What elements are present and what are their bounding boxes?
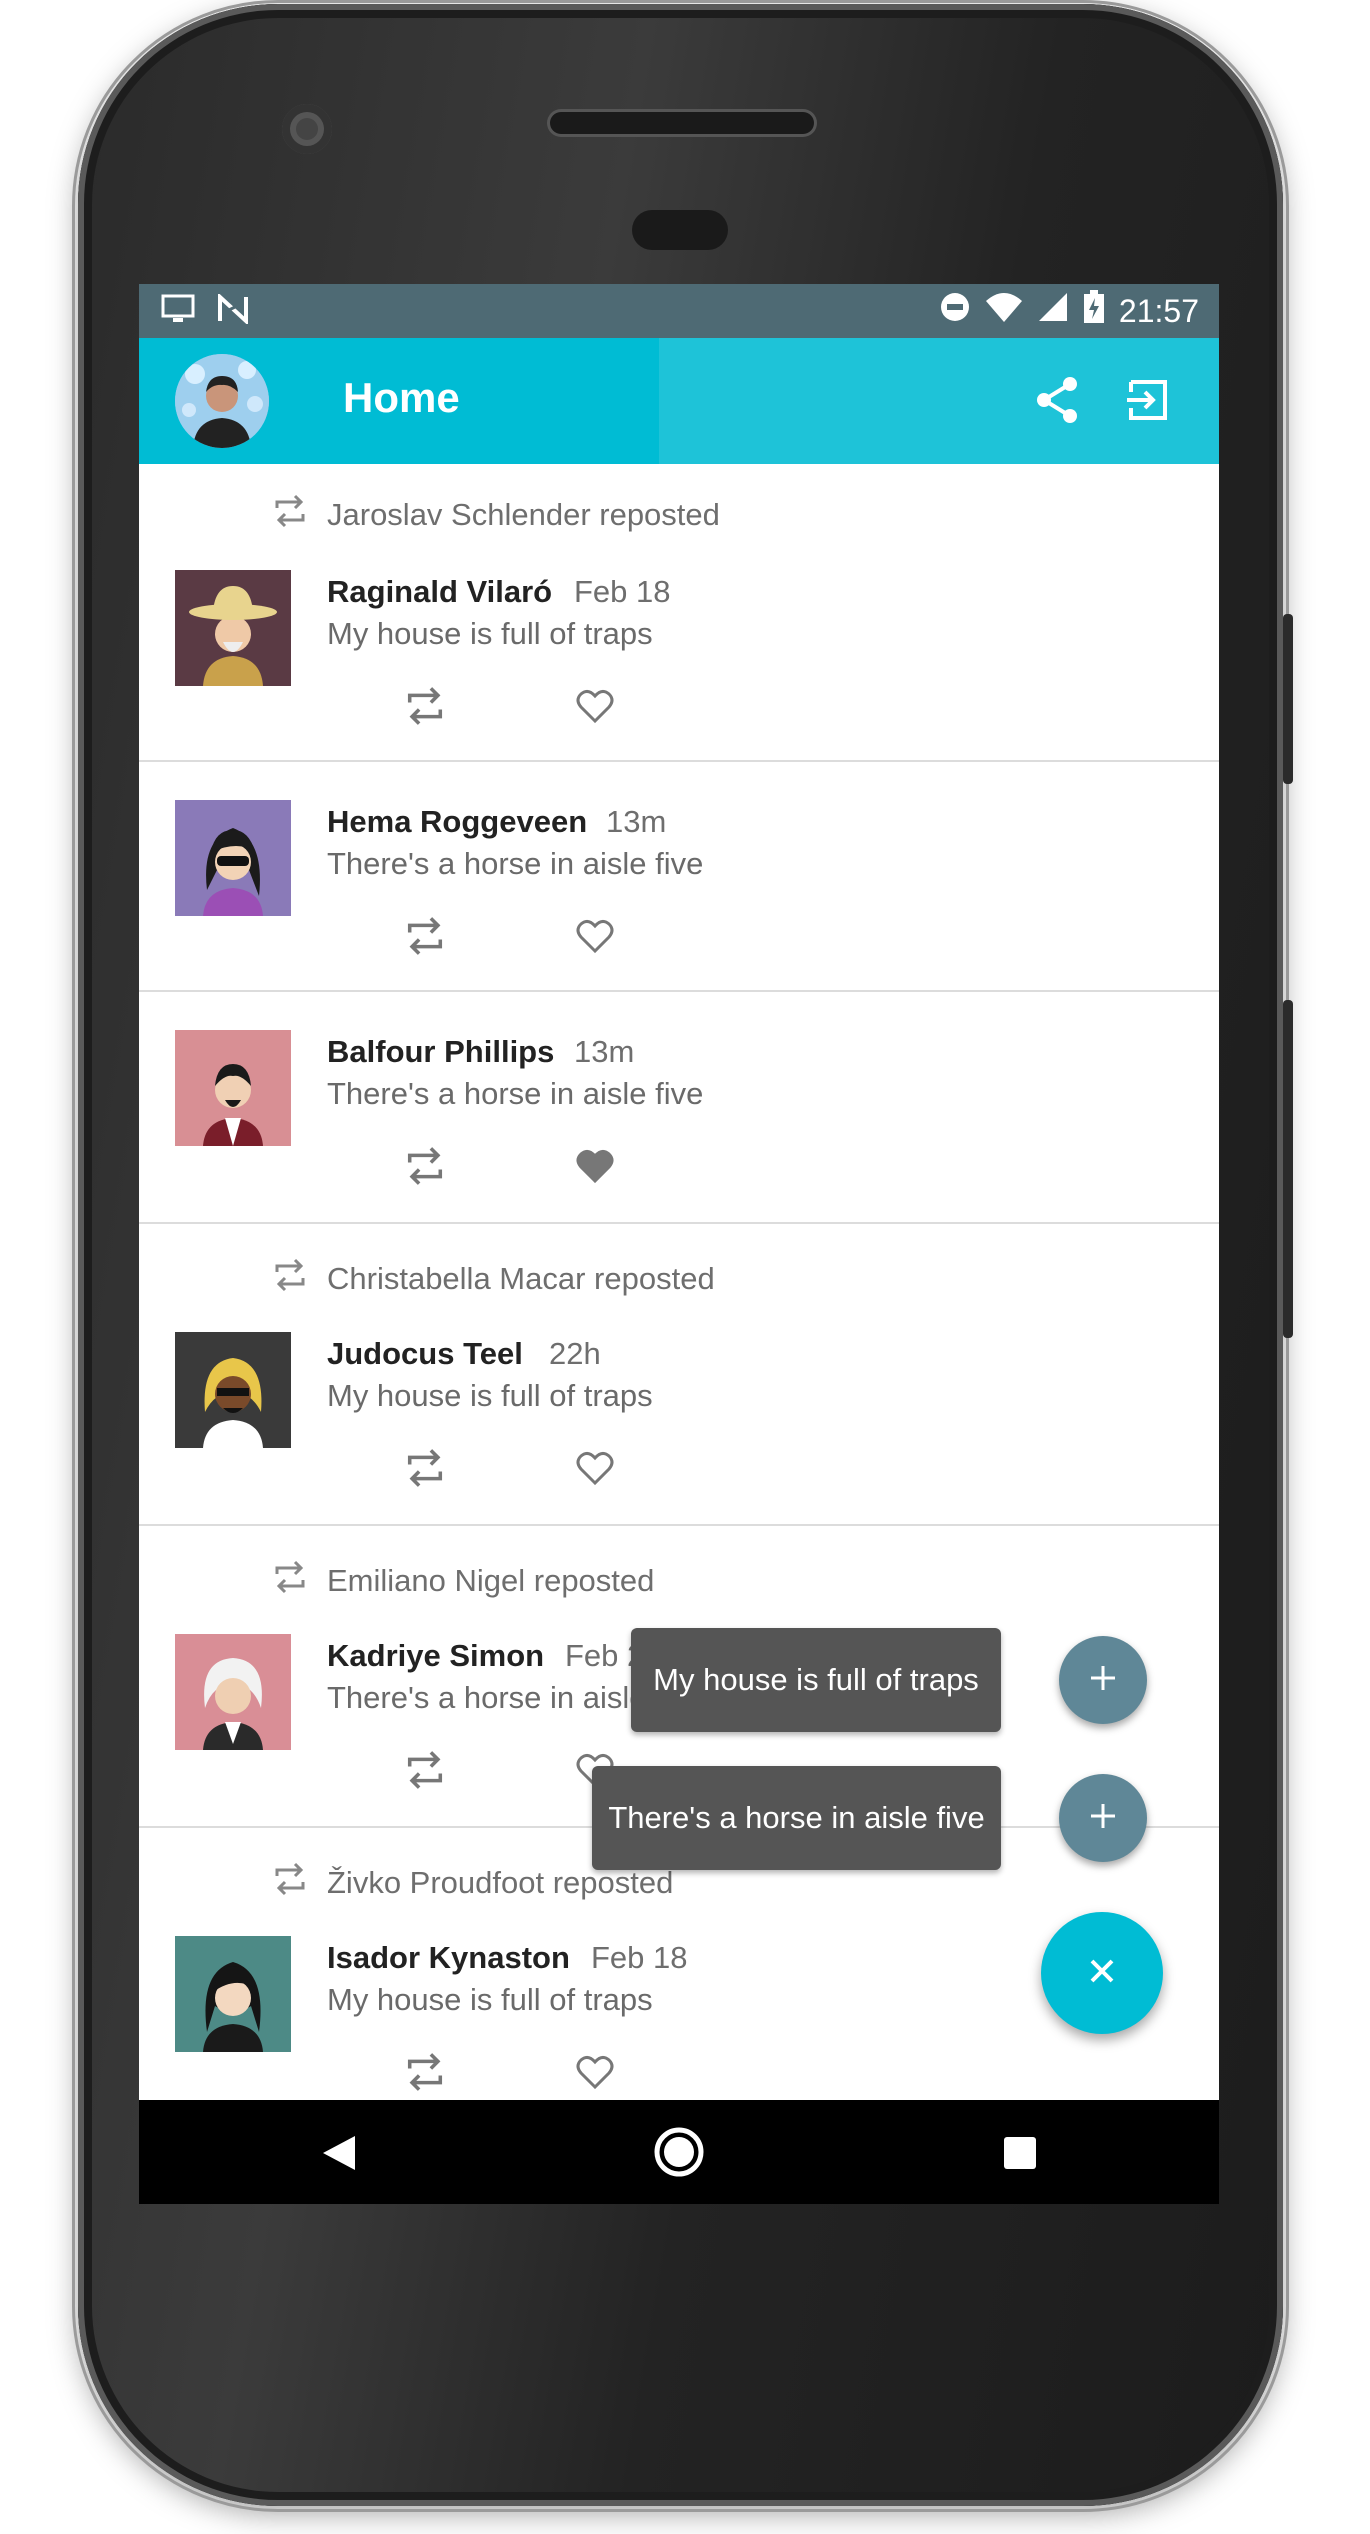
repost-icon xyxy=(273,1862,307,1904)
page-title: Home xyxy=(343,374,460,421)
repost-icon xyxy=(273,494,307,536)
like-icon[interactable] xyxy=(575,916,615,956)
profile-avatar[interactable] xyxy=(175,354,269,448)
status-bar: 21:57 xyxy=(139,284,1219,338)
retweet-icon[interactable] xyxy=(405,2052,445,2092)
author-name[interactable]: Balfour Phillips xyxy=(327,1034,554,1070)
repost-indicator: Emiliano Nigel reposted xyxy=(273,1560,654,1602)
volume-button xyxy=(1283,1000,1293,1338)
power-button xyxy=(1283,614,1293,784)
post-time: 13m xyxy=(606,804,667,839)
do-not-disturb-icon xyxy=(939,291,971,331)
post-text: My house is full of traps xyxy=(327,1982,653,2017)
proximity-sensor xyxy=(632,210,728,250)
retweet-icon[interactable] xyxy=(405,916,445,956)
recents-icon[interactable] xyxy=(1003,2136,1037,2175)
post-text: There's a horse in aisle five xyxy=(327,1076,704,1111)
avatar[interactable] xyxy=(175,1332,291,1448)
post-item[interactable]: Hema Roggeveen 13m There's a horse in ai… xyxy=(139,762,1219,992)
post-time: 13m xyxy=(574,1034,635,1069)
avatar[interactable] xyxy=(175,800,291,916)
repost-indicator: Jaroslav Schlender reposted xyxy=(273,494,720,536)
navigation-bar xyxy=(139,2100,1219,2204)
author-name[interactable]: Judocus Teel xyxy=(327,1336,523,1372)
avatar[interactable] xyxy=(175,1634,291,1750)
repost-icon xyxy=(273,1258,307,1300)
retweet-icon[interactable] xyxy=(405,1146,445,1186)
post-text: My house is full of traps xyxy=(327,616,653,651)
post-time: 22h xyxy=(549,1336,601,1371)
post-text: There's a horse in aisle five xyxy=(327,846,704,881)
clock: 21:57 xyxy=(1118,292,1199,329)
battery-charging-icon xyxy=(1083,290,1105,332)
author-name[interactable]: Kadriye Simon xyxy=(327,1638,544,1674)
avatar[interactable] xyxy=(175,1030,291,1146)
repost-indicator: Christabella Macar reposted xyxy=(273,1258,715,1300)
repost-label: Christabella Macar reposted xyxy=(327,1261,715,1296)
post-item[interactable]: Balfour Phillips 13m There's a horse in … xyxy=(139,992,1219,1224)
exit-to-app-icon[interactable] xyxy=(1123,374,1175,426)
fab-menu-label-1[interactable]: My house is full of traps xyxy=(631,1628,1001,1732)
desktop-icon xyxy=(161,294,195,329)
earpiece-speaker xyxy=(550,112,814,134)
post-time: Feb 18 xyxy=(574,574,671,609)
avatar[interactable] xyxy=(175,570,291,686)
author-name[interactable]: Hema Roggeveen xyxy=(327,804,587,840)
post-time: Feb 18 xyxy=(591,1940,688,1975)
fab-menu-label-2[interactable]: There's a horse in aisle five xyxy=(592,1766,1001,1870)
like-icon[interactable] xyxy=(575,2052,615,2092)
front-camera xyxy=(282,104,332,154)
fab-mini-button-1[interactable] xyxy=(1059,1636,1147,1724)
plus-icon xyxy=(1088,1663,1118,1698)
plus-icon xyxy=(1088,1801,1118,1836)
repost-icon xyxy=(273,1560,307,1602)
author-name[interactable]: Isador Kynaston xyxy=(327,1940,570,1976)
wifi-icon xyxy=(985,291,1023,331)
post-item[interactable]: Jaroslav Schlender reposted Raginald Vil… xyxy=(139,464,1219,762)
screen: 21:57 Home Jaroslav Schlender reposted R… xyxy=(139,284,1219,2204)
post-text: My house is full of traps xyxy=(327,1378,653,1413)
author-name[interactable]: Raginald Vilaró xyxy=(327,574,552,610)
repost-label: Živko Proudfoot reposted xyxy=(327,1865,674,1900)
liked-heart-icon[interactable] xyxy=(575,1146,615,1186)
like-icon[interactable] xyxy=(575,1448,615,1488)
back-icon[interactable] xyxy=(321,2134,357,2177)
app-toolbar: Home xyxy=(139,338,1219,464)
share-icon[interactable] xyxy=(1032,374,1084,426)
like-icon[interactable] xyxy=(575,686,615,726)
fab-close-button[interactable] xyxy=(1041,1912,1163,2034)
close-icon xyxy=(1086,1955,1118,1992)
home-icon[interactable] xyxy=(653,2126,705,2183)
retweet-icon[interactable] xyxy=(405,1448,445,1488)
retweet-icon[interactable] xyxy=(405,686,445,726)
avatar[interactable] xyxy=(175,1936,291,2052)
repost-label: Jaroslav Schlender reposted xyxy=(327,497,720,532)
repost-label: Emiliano Nigel reposted xyxy=(327,1563,655,1598)
fab-mini-button-2[interactable] xyxy=(1059,1774,1147,1862)
signal-icon xyxy=(1037,291,1069,331)
post-item[interactable]: Christabella Macar reposted Judocus Teel… xyxy=(139,1224,1219,1526)
n-logo-icon xyxy=(217,292,249,329)
retweet-icon[interactable] xyxy=(405,1750,445,1790)
